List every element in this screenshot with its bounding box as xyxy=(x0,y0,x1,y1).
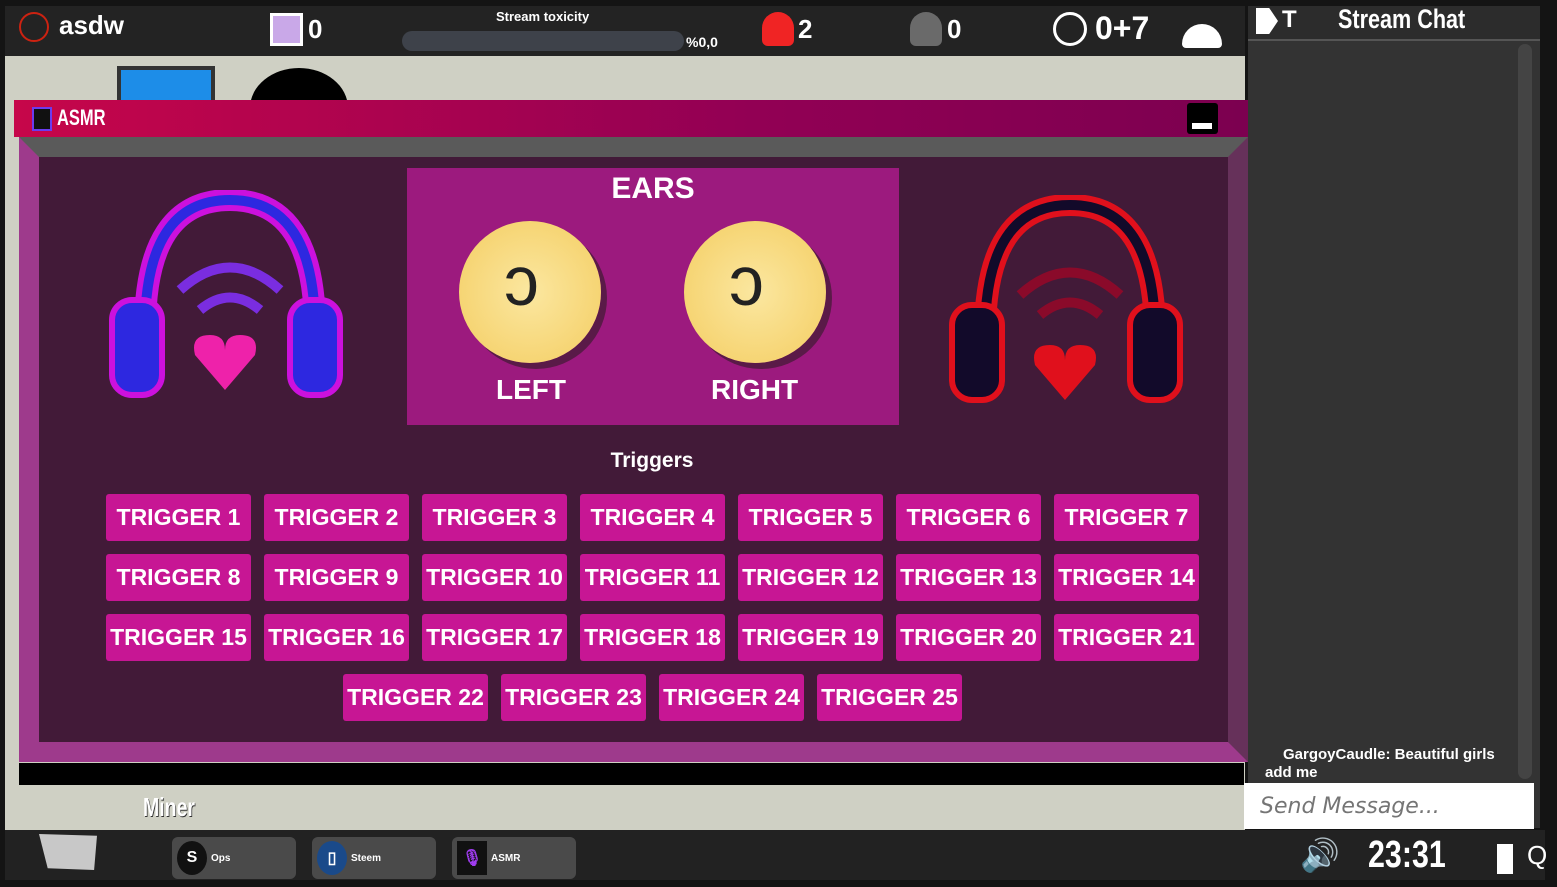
search-icon[interactable]: Q xyxy=(1527,840,1547,871)
taskbar-app-asmr[interactable]: 🎙 ASMR xyxy=(452,837,576,879)
trigger-button[interactable]: TRIGGER 13 xyxy=(896,554,1041,601)
microphone-icon xyxy=(32,107,52,131)
trigger-button[interactable]: TRIGGER 18 xyxy=(580,614,725,661)
chat-message-input[interactable] xyxy=(1244,783,1534,829)
grey-user-icon xyxy=(910,12,942,46)
app-label: ASMR xyxy=(491,852,521,864)
window-footer xyxy=(19,763,1244,785)
chat-header: T Stream Chat xyxy=(1248,4,1540,41)
trigger-button[interactable]: TRIGGER 11 xyxy=(580,554,725,601)
exit-icon[interactable] xyxy=(1497,844,1513,874)
app-label: Steem xyxy=(351,852,382,864)
taskbar-app-ops[interactable]: S Ops xyxy=(172,837,296,879)
volume-icon[interactable]: 🔊 xyxy=(1300,836,1340,874)
trigger-button[interactable]: TRIGGER 22 xyxy=(343,674,488,721)
window-title-bar[interactable]: ASMR xyxy=(14,100,1248,137)
toxicity-bar xyxy=(402,31,684,51)
headphones-left-icon[interactable] xyxy=(100,190,360,415)
left-ear-button[interactable]: ↄ xyxy=(459,221,601,363)
clock: 23:31 xyxy=(1368,834,1446,876)
stream-chat: T Stream Chat GargoyCaudle: Beautiful gi… xyxy=(1244,4,1540,829)
cat-icon xyxy=(270,13,303,46)
ear-icon: ↄ xyxy=(729,242,764,320)
triggers-title: Triggers xyxy=(610,449,694,472)
username: asdw xyxy=(59,10,125,40)
window-title: ASMR xyxy=(57,105,106,130)
trigger-button[interactable]: TRIGGER 24 xyxy=(659,674,804,721)
trigger-button[interactable]: TRIGGER 5 xyxy=(738,494,883,541)
trigger-button[interactable]: TRIGGER 17 xyxy=(422,614,567,661)
trigger-button[interactable]: TRIGGER 21 xyxy=(1054,614,1199,661)
trigger-button[interactable]: TRIGGER 19 xyxy=(738,614,883,661)
toxicity-label: Stream toxicity xyxy=(496,9,590,24)
right-ear-button[interactable]: ↄ xyxy=(684,221,826,363)
headphones-right-icon[interactable] xyxy=(940,195,1205,420)
chat-message: GargoyCaudle: Beautiful girls add me xyxy=(1265,746,1495,781)
ops-icon: S xyxy=(177,841,207,875)
trigger-button[interactable]: TRIGGER 23 xyxy=(501,674,646,721)
trigger-button[interactable]: TRIGGER 7 xyxy=(1054,494,1199,541)
toxicity-value: %0,0 xyxy=(686,34,718,50)
trigger-button[interactable]: TRIGGER 12 xyxy=(738,554,883,601)
trigger-button[interactable]: TRIGGER 8 xyxy=(106,554,251,601)
no-entry-icon xyxy=(19,12,49,42)
ears-title: EARS xyxy=(611,172,695,205)
trigger-button[interactable]: TRIGGER 15 xyxy=(106,614,251,661)
stopwatch-icon xyxy=(1053,12,1087,46)
taskbar: S Ops ▯ Steem 🎙 ASMR 🔊 23:31 Q xyxy=(5,830,1547,880)
trigger-button[interactable]: TRIGGER 3 xyxy=(422,494,567,541)
red-user-icon xyxy=(762,12,794,46)
chat-title-prefix: T xyxy=(1282,6,1297,33)
stream-icon[interactable] xyxy=(1256,8,1278,34)
top-bar: asdw 0 Stream toxicity %0,0 2 0 0+7 xyxy=(5,6,1245,56)
app-label: Ops xyxy=(211,852,231,864)
cat-count: 0 xyxy=(308,14,323,44)
timer: 0+7 xyxy=(1095,10,1150,46)
trigger-button[interactable]: TRIGGER 4 xyxy=(580,494,725,541)
grey-user-count: 0 xyxy=(947,14,962,44)
trigger-button[interactable]: TRIGGER 2 xyxy=(264,494,409,541)
cloud-icon[interactable] xyxy=(1182,24,1222,48)
trigger-button[interactable]: TRIGGER 25 xyxy=(817,674,962,721)
miner-label[interactable]: Miner xyxy=(143,792,195,823)
trigger-button[interactable]: TRIGGER 1 xyxy=(106,494,251,541)
chat-scrollbar[interactable] xyxy=(1518,44,1532,779)
ear-icon: ↄ xyxy=(504,242,539,320)
taskbar-app-steem[interactable]: ▯ Steem xyxy=(312,837,436,879)
trigger-button[interactable]: TRIGGER 9 xyxy=(264,554,409,601)
minimize-button[interactable] xyxy=(1187,103,1218,134)
ears-panel: EARS ↄ ↄ LEFT RIGHT xyxy=(407,168,899,425)
trigger-button[interactable]: TRIGGER 20 xyxy=(896,614,1041,661)
folder-icon[interactable] xyxy=(39,834,97,870)
microphone-icon: 🎙 xyxy=(457,841,487,875)
trigger-button[interactable]: TRIGGER 16 xyxy=(264,614,409,661)
left-label: LEFT xyxy=(496,374,566,405)
trigger-button[interactable]: TRIGGER 6 xyxy=(896,494,1041,541)
red-user-count: 2 xyxy=(798,14,813,44)
trigger-button[interactable]: TRIGGER 10 xyxy=(422,554,567,601)
trigger-button[interactable]: TRIGGER 14 xyxy=(1054,554,1199,601)
chat-title: Stream Chat xyxy=(1338,4,1466,34)
right-label: RIGHT xyxy=(711,374,799,405)
steem-icon: ▯ xyxy=(317,841,347,875)
